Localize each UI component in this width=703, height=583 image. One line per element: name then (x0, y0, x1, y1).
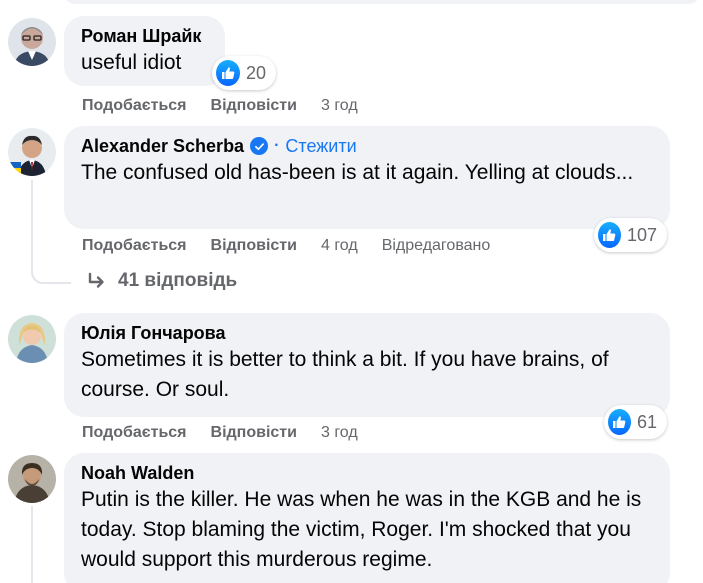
reply-link[interactable]: Відповісти (211, 237, 297, 255)
view-replies-button[interactable]: 41 відповідь (86, 270, 237, 292)
comment-author[interactable]: Alexander Scherba (81, 135, 244, 157)
comment-bubble: Alexander Scherba · Стежити The confused… (64, 126, 670, 229)
comment-actions: Подобається Відповісти 3 год (82, 424, 358, 442)
reply-arrow-icon (86, 270, 108, 292)
like-link[interactable]: Подобається (82, 424, 187, 442)
separator-dot: · (274, 137, 280, 154)
follow-button[interactable]: Стежити (285, 135, 356, 157)
like-thumb-icon (608, 409, 631, 435)
avatar[interactable] (8, 315, 56, 363)
like-thumb-icon (598, 222, 621, 248)
comment-bubble: Noah Walden Putin is the killer. He was … (64, 453, 670, 583)
edited-label: Відредаговано (381, 237, 491, 254)
comment-bubble: Юлія Гончарова Sometimes it is better to… (64, 313, 670, 417)
reaction-count: 61 (636, 411, 657, 432)
comment-author[interactable]: Роман Шрайк (81, 25, 209, 47)
comment-text: Putin is the killer. He was when he was … (81, 488, 642, 571)
verified-badge-icon (250, 137, 269, 155)
comment-timestamp[interactable]: 3 год (321, 97, 358, 115)
replies-count-label: 41 відповідь (118, 270, 238, 291)
reaction-count: 107 (626, 224, 657, 245)
reaction-summary[interactable]: 20 (212, 56, 276, 90)
thread-line (31, 506, 33, 583)
comment-author[interactable]: Юлія Гончарова (81, 322, 654, 344)
comment-timestamp[interactable]: 3 год (321, 424, 358, 442)
reply-link[interactable]: Відповісти (211, 97, 297, 115)
comment-author[interactable]: Noah Walden (81, 462, 654, 484)
comment-author-row: Alexander Scherba · Стежити (81, 135, 654, 157)
avatar[interactable] (8, 455, 56, 503)
reaction-summary[interactable]: 61 (604, 405, 667, 439)
comment-actions: Подобається Відповісти 4 год Відредагова… (82, 237, 490, 255)
comment-actions: Подобається Відповісти 3 год (82, 97, 358, 115)
like-link[interactable]: Подобається (82, 97, 187, 115)
comment-bubble: Роман Шрайк useful idiot (64, 16, 225, 86)
reply-link[interactable]: Відповісти (211, 424, 297, 442)
reaction-summary[interactable]: 107 (594, 218, 667, 252)
comment-text: useful idiot (81, 51, 182, 74)
avatar[interactable] (8, 128, 56, 176)
comment-text: The confused old has-been is at it again… (81, 161, 634, 184)
previous-comment-bubble (64, 0, 700, 4)
reaction-count: 20 (245, 62, 266, 83)
thread-line (31, 180, 33, 272)
comment-text: Sometimes it is better to think a bit. I… (81, 348, 609, 401)
avatar[interactable] (8, 18, 56, 66)
comment-timestamp[interactable]: 4 год (321, 237, 358, 255)
thread-curve-corner (31, 260, 67, 284)
like-thumb-icon (216, 60, 240, 86)
like-link[interactable]: Подобається (82, 237, 187, 255)
